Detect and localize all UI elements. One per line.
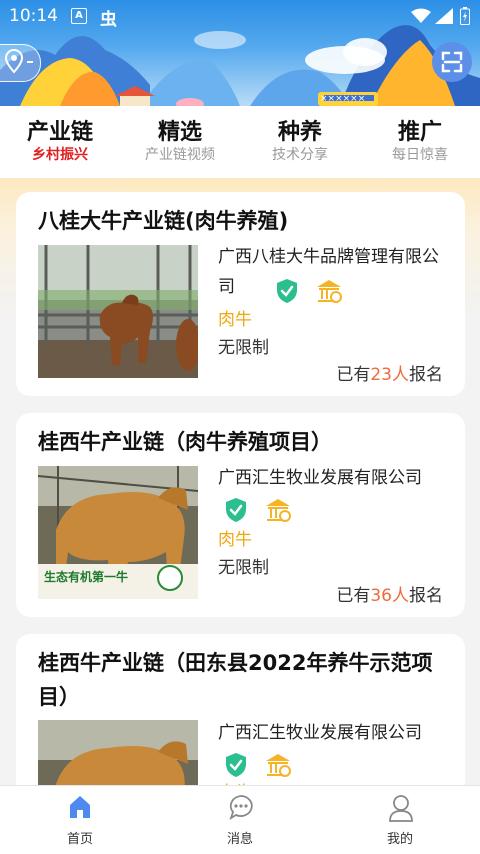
bottom-navigation: 首页 消息 我的 — [0, 785, 480, 854]
cattle-photo — [38, 245, 198, 378]
tab-promotion[interactable]: 推广 每日惊喜 — [360, 106, 480, 178]
nav-home[interactable]: 首页 — [20, 786, 140, 854]
card-title: 八桂大牛产业链(肉牛养殖) — [38, 209, 289, 233]
government-certified-icon — [266, 754, 292, 777]
location-pin-icon — [4, 49, 33, 74]
company-name: 广西汇生牧业发展有限公司 — [218, 723, 422, 743]
government-certified-icon — [317, 280, 343, 303]
enroll-prefix: 已有 — [336, 586, 371, 606]
enroll-number: 23人 — [370, 365, 409, 385]
status-bar: 10:14 A 虫 — [0, 0, 480, 34]
status-time: 10:14 — [9, 6, 58, 26]
enroll-suffix: 报名 — [409, 586, 443, 606]
enrollment-limit: 无限制 — [218, 338, 269, 358]
nav-label: 首页 — [66, 832, 93, 847]
cattle-photo — [38, 720, 198, 785]
enroll-prefix: 已有 — [336, 365, 371, 385]
enroll-number: 36人 — [370, 586, 409, 606]
verified-shield-icon — [277, 279, 297, 303]
project-card[interactable]: 桂西牛产业链（肉牛养殖项目） 生态有机第一牛 广西汇生牧业发展有限公司 肉牛 无… — [16, 413, 465, 617]
wifi-icon — [411, 8, 431, 23]
tab-title: 精选 — [157, 120, 202, 145]
tab-subtitle: 乡村振兴 — [32, 147, 88, 163]
enrollment-limit: 无限制 — [218, 558, 269, 578]
tab-farming[interactable]: 种养 技术分享 — [240, 106, 360, 178]
scan-button[interactable] — [432, 42, 472, 82]
tab-title: 种养 — [277, 120, 322, 145]
card-title: 桂西牛产业链（肉牛养殖项目） — [38, 430, 332, 454]
tab-title: 产业链 — [26, 120, 93, 145]
category-tag: 肉牛 — [218, 530, 252, 550]
project-list: 八桂大牛产业链(肉牛养殖) 广西八桂大牛品牌管理有限公司 肉牛 无限制 已有23… — [0, 178, 480, 785]
government-certified-icon — [266, 499, 292, 522]
project-card[interactable]: 八桂大牛产业链(肉牛养殖) 广西八桂大牛品牌管理有限公司 肉牛 无限制 已有23… — [16, 192, 465, 396]
tab-featured[interactable]: 精选 产业链视频 — [120, 106, 240, 178]
tab-subtitle: 每日惊喜 — [392, 147, 448, 163]
badge-group — [218, 752, 293, 778]
tab-subtitle: 产业链视频 — [145, 147, 215, 163]
nav-profile[interactable]: 我的 — [340, 786, 460, 854]
battery-icon — [460, 7, 470, 25]
company-name: 广西汇生牧业发展有限公司 — [218, 468, 422, 488]
profile-icon — [389, 795, 413, 822]
home-icon — [70, 796, 90, 818]
sign-text: ×××××× — [320, 94, 366, 104]
tab-industry-chain[interactable]: 产业链 乡村振兴 — [0, 106, 120, 178]
badge-group — [218, 497, 293, 523]
verified-shield-icon — [226, 498, 246, 522]
project-card[interactable]: 桂西牛产业链（田东县2022年养牛示范项目） 广西汇生牧业发展有限公司 肉牛 — [16, 634, 465, 785]
nav-label: 我的 — [386, 832, 413, 847]
category-tag: 肉牛 — [218, 310, 252, 330]
badge-group — [269, 278, 344, 304]
category-tag: 肉牛 — [218, 778, 252, 785]
nav-messages[interactable]: 消息 — [180, 786, 300, 854]
enrollment-count: 已有23人报名 — [336, 360, 443, 385]
app-notification-icon: 虫 — [100, 10, 117, 30]
signal-icon — [435, 8, 453, 24]
location-button[interactable] — [0, 44, 41, 82]
enroll-suffix: 报名 — [409, 365, 443, 385]
tab-title: 推广 — [397, 120, 442, 145]
card-title: 桂西牛产业链（田东县2022年养牛示范项目） — [38, 651, 433, 709]
message-icon — [229, 795, 253, 820]
tab-subtitle: 技术分享 — [272, 147, 328, 163]
nav-label: 消息 — [226, 832, 253, 847]
header-banner: ×××××× 10:14 A 虫 — [0, 0, 480, 106]
enrollment-count: 已有36人报名 — [336, 581, 443, 606]
image-caption: 生态有机第一牛 — [44, 570, 129, 584]
verified-shield-icon — [226, 753, 246, 777]
scan-icon — [441, 51, 463, 73]
input-indicator: A — [71, 8, 87, 24]
category-tabs: 产业链 乡村振兴 精选 产业链视频 种养 技术分享 推广 每日惊喜 — [0, 106, 480, 178]
